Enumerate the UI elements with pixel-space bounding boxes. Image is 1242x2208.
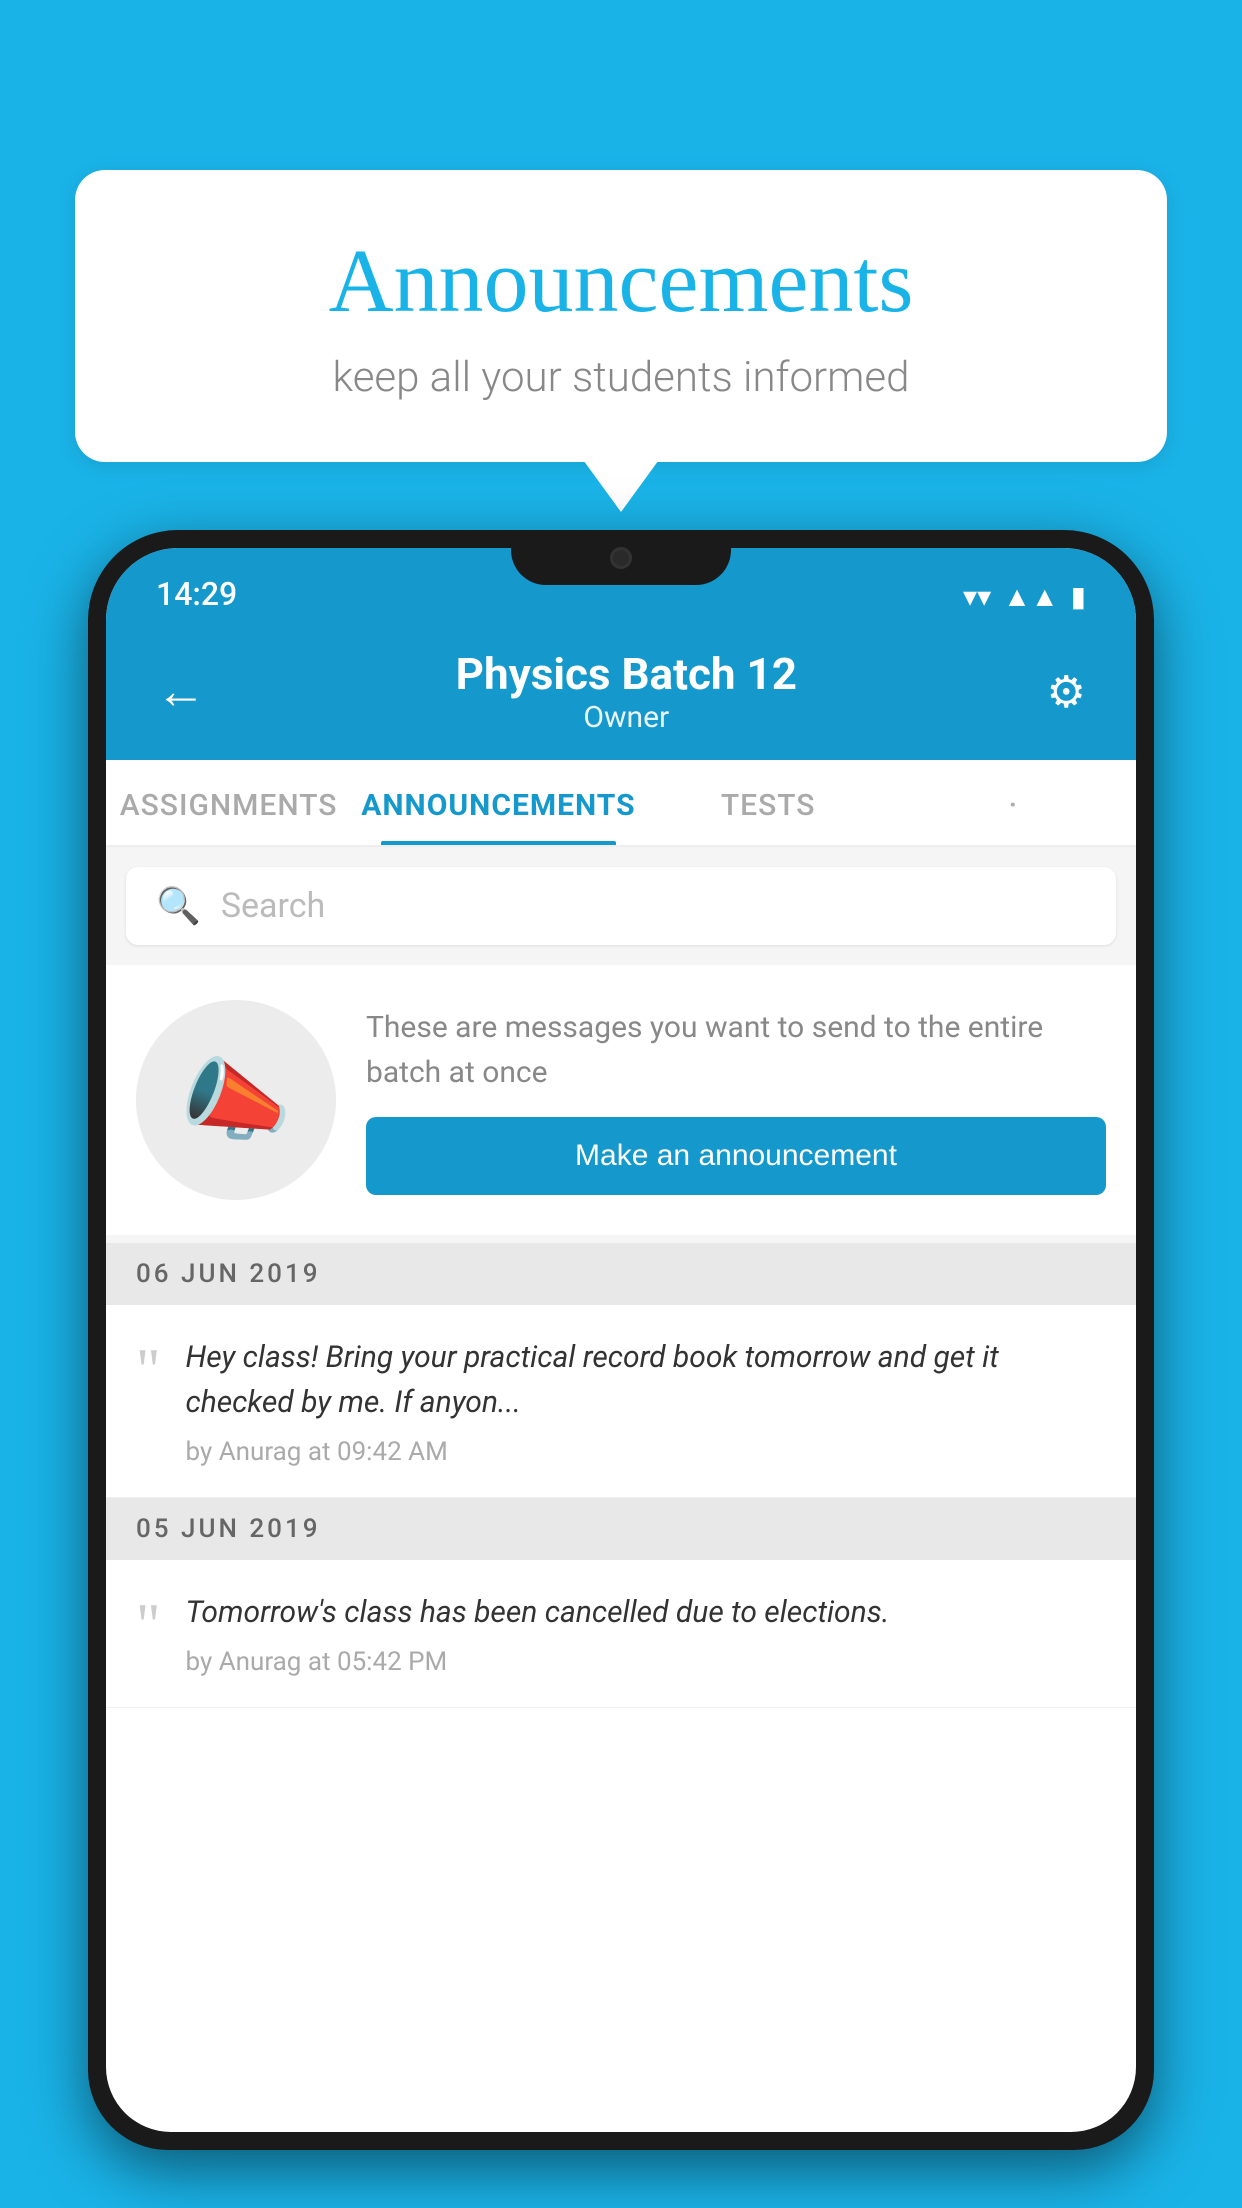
quote-icon-1: " xyxy=(136,1340,161,1400)
announcement-text-block-2: Tomorrow's class has been cancelled due … xyxy=(186,1590,1107,1677)
announcement-text-block-1: Hey class! Bring your practical record b… xyxy=(186,1335,1107,1467)
header-title: Physics Batch 12 xyxy=(456,648,797,700)
speech-bubble: Announcements keep all your students inf… xyxy=(75,170,1167,462)
announcement-meta-2: by Anurag at 05:42 PM xyxy=(186,1647,1107,1677)
status-icons: ▾▾ ▲▲ ▮ xyxy=(963,580,1086,613)
announcement-prompt: 📣 These are messages you want to send to… xyxy=(106,965,1136,1235)
status-time: 14:29 xyxy=(156,575,237,613)
prompt-description: These are messages you want to send to t… xyxy=(366,1005,1106,1095)
search-bar[interactable]: 🔍 Search xyxy=(126,867,1116,945)
tab-tests[interactable]: TESTS xyxy=(646,760,891,845)
header-center: Physics Batch 12 Owner xyxy=(456,648,797,735)
megaphone-circle: 📣 xyxy=(136,1000,336,1200)
announcement-message-2: Tomorrow's class has been cancelled due … xyxy=(186,1590,1107,1635)
signal-icon: ▲▲ xyxy=(1003,580,1058,613)
prompt-right: These are messages you want to send to t… xyxy=(366,1005,1106,1195)
wifi-icon: ▾▾ xyxy=(963,580,991,613)
search-icon: 🔍 xyxy=(156,885,201,927)
announcement-item-1[interactable]: " Hey class! Bring your practical record… xyxy=(106,1305,1136,1498)
app-header: ← Physics Batch 12 Owner ⚙ xyxy=(106,628,1136,760)
tab-more[interactable]: · xyxy=(891,760,1136,845)
battery-icon: ▮ xyxy=(1071,580,1086,613)
phone-outer: 14:29 ▾▾ ▲▲ ▮ ← Physics Batch 12 Owner ⚙ xyxy=(88,530,1154,2150)
phone-inner: 14:29 ▾▾ ▲▲ ▮ ← Physics Batch 12 Owner ⚙ xyxy=(106,548,1136,2132)
announcement-message-1: Hey class! Bring your practical record b… xyxy=(186,1335,1107,1425)
camera xyxy=(610,547,632,569)
header-subtitle: Owner xyxy=(456,700,797,735)
announcement-item-2[interactable]: " Tomorrow's class has been cancelled du… xyxy=(106,1560,1136,1708)
back-button[interactable]: ← xyxy=(156,662,206,721)
megaphone-icon: 📣 xyxy=(180,1048,292,1153)
make-announcement-button[interactable]: Make an announcement xyxy=(366,1117,1106,1195)
announcement-meta-1: by Anurag at 09:42 AM xyxy=(186,1437,1107,1467)
phone-notch xyxy=(511,530,731,585)
date-separator-1: 06 JUN 2019 xyxy=(106,1243,1136,1305)
phone-content: 🔍 Search 📣 These are messages you want t… xyxy=(106,847,1136,1708)
search-placeholder: Search xyxy=(221,886,325,926)
settings-icon[interactable]: ⚙ xyxy=(1047,666,1086,718)
phone-wrapper: 14:29 ▾▾ ▲▲ ▮ ← Physics Batch 12 Owner ⚙ xyxy=(88,530,1154,2208)
speech-bubble-title: Announcements xyxy=(125,230,1117,333)
tab-bar: ASSIGNMENTS ANNOUNCEMENTS TESTS · xyxy=(106,760,1136,847)
tab-assignments[interactable]: ASSIGNMENTS xyxy=(106,760,351,845)
tab-announcements[interactable]: ANNOUNCEMENTS xyxy=(351,760,645,845)
date-separator-2: 05 JUN 2019 xyxy=(106,1498,1136,1560)
speech-bubble-subtitle: keep all your students informed xyxy=(125,353,1117,402)
quote-icon-2: " xyxy=(136,1595,161,1655)
speech-bubble-container: Announcements keep all your students inf… xyxy=(75,170,1167,462)
